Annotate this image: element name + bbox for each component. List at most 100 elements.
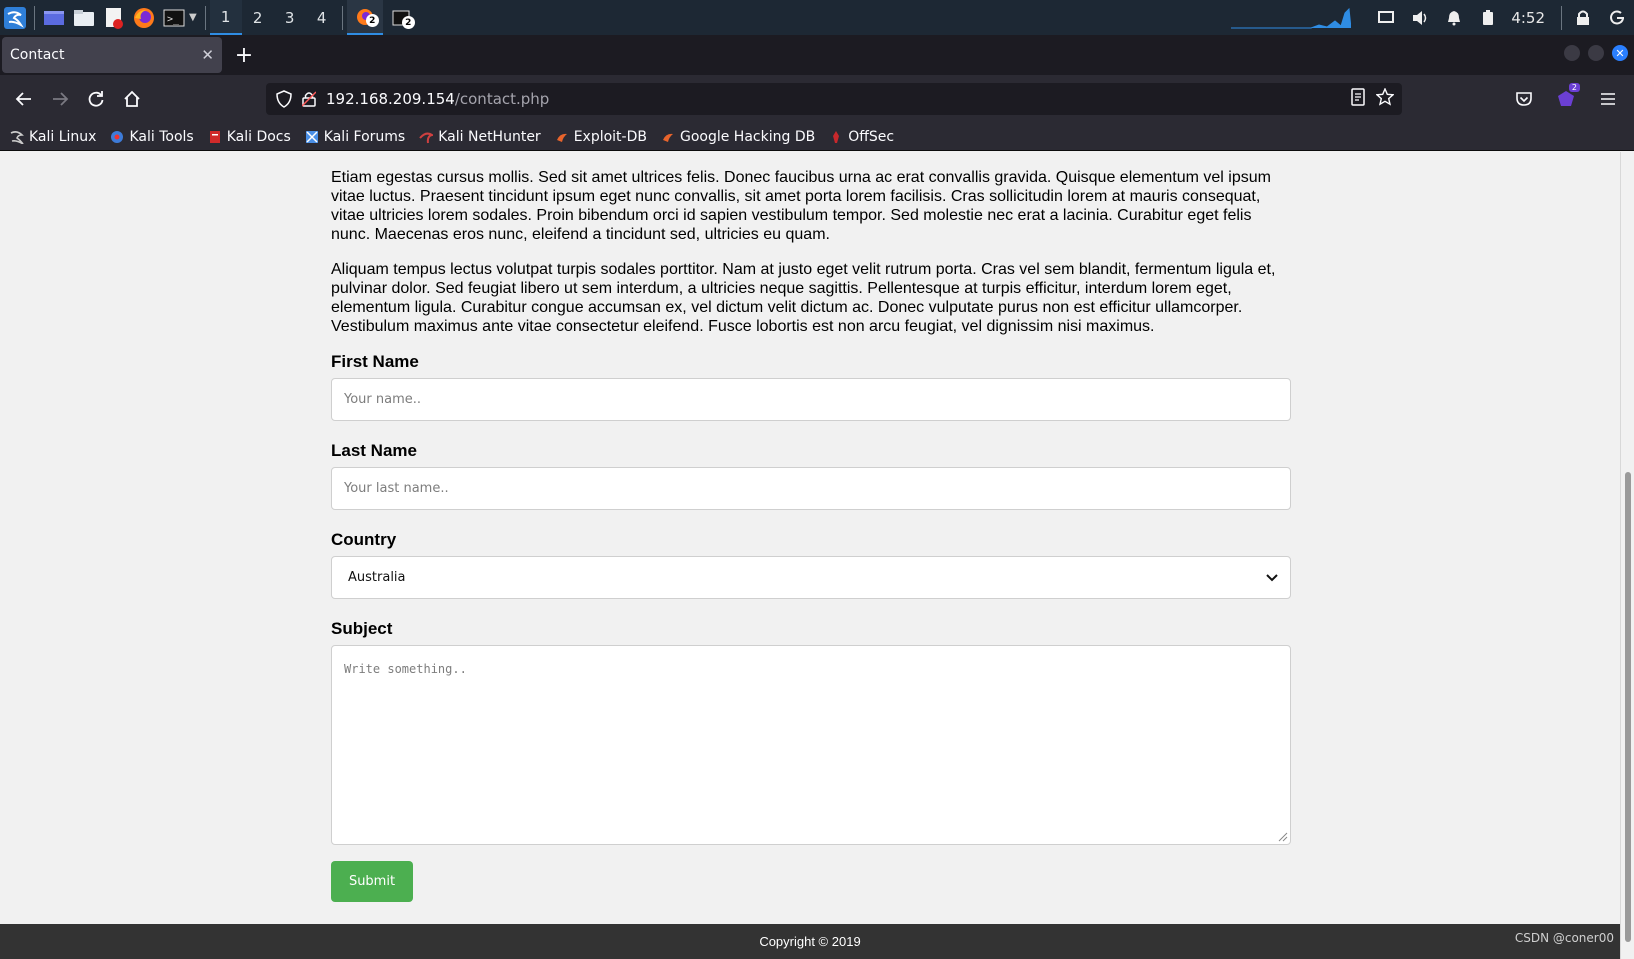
bookmark-label: Google Hacking DB — [679, 128, 816, 145]
panel-separator — [341, 5, 343, 30]
first-name-label: First Name — [331, 352, 419, 371]
shield-icon[interactable] — [276, 90, 292, 108]
kali-forums-icon — [305, 130, 319, 144]
bookmark-label: Kali NetHunter — [438, 128, 541, 145]
workspace-1[interactable]: 1 — [209, 0, 242, 35]
terminal-icon[interactable]: >_ — [159, 0, 189, 35]
page-viewport: Etiam egestas cursus mollis. Sed sit ame… — [0, 152, 1620, 959]
bookmark-offsec[interactable]: OffSec — [829, 129, 894, 145]
bookmarks-toolbar: Kali Linux Kali Tools Kali Docs Kali For… — [0, 123, 1634, 151]
first-name-input[interactable]: Your name.. — [331, 378, 1291, 421]
panel-separator — [1561, 5, 1562, 30]
svg-text:>_: >_ — [167, 14, 180, 25]
new-tab-button[interactable]: + — [226, 37, 262, 73]
taskbar-terminal-group[interactable]: 2 — [383, 0, 419, 35]
bookmark-kali-docs[interactable]: Kali Docs — [208, 129, 291, 145]
tab-title: Contact — [10, 47, 65, 63]
maximize-button[interactable] — [1588, 45, 1604, 61]
clock[interactable]: 4:52 — [1505, 9, 1557, 27]
bookmark-label: Kali Docs — [226, 128, 291, 145]
bookmark-google-hacking-db[interactable]: Google Hacking DB — [661, 129, 815, 145]
page-footer: Copyright © 2019 — [0, 924, 1620, 959]
app-menu-button[interactable] — [1590, 81, 1626, 117]
chevron-down-icon[interactable]: ▼ — [189, 12, 197, 23]
workspace-4[interactable]: 4 — [306, 0, 338, 35]
show-desktop-icon[interactable] — [39, 0, 69, 35]
bookmark-exploit-db[interactable]: Exploit-DB — [555, 129, 647, 145]
kali-tools-icon — [110, 130, 124, 144]
system-tray: 4:52 — [1231, 0, 1634, 35]
panel-separator — [34, 5, 35, 30]
bookmark-star-icon[interactable] — [1376, 88, 1394, 106]
exploit-db-icon — [555, 130, 569, 144]
pocket-button[interactable] — [1506, 81, 1542, 117]
country-label: Country — [331, 530, 397, 549]
watermark: CSDN @coner00 — [1514, 931, 1614, 945]
reader-view-icon[interactable] — [1350, 88, 1366, 106]
close-tab-icon[interactable]: ✕ — [201, 46, 214, 64]
forward-button[interactable] — [42, 81, 78, 117]
home-icon — [124, 90, 140, 107]
text-editor-icon[interactable] — [99, 0, 129, 35]
chevron-down-icon — [1266, 573, 1278, 581]
file-manager-icon[interactable] — [69, 0, 99, 35]
country-select[interactable]: Australia — [331, 556, 1291, 599]
url-host: 192.168.209.154 — [326, 90, 455, 108]
pocket-icon — [1516, 92, 1532, 106]
panel-separator — [204, 5, 206, 30]
volume-icon[interactable] — [1403, 0, 1437, 35]
kali-menu-icon[interactable] — [0, 0, 30, 35]
bookmark-kali-forums[interactable]: Kali Forums — [305, 129, 405, 145]
battery-icon[interactable] — [1471, 0, 1505, 35]
reload-icon — [88, 91, 104, 107]
home-button[interactable] — [114, 81, 150, 117]
display-icon[interactable] — [1369, 0, 1403, 35]
tab-contact[interactable]: Contact ✕ — [2, 37, 222, 73]
window-controls: ✕ — [1564, 45, 1628, 61]
hamburger-menu-icon — [1601, 93, 1615, 105]
bookmark-label: Kali Tools — [129, 128, 194, 145]
firefox-icon[interactable] — [129, 0, 159, 35]
submit-button[interactable]: Submit — [331, 861, 413, 902]
tab-strip: Contact ✕ + ✕ — [0, 35, 1634, 75]
toolbar-right: 2 — [1506, 81, 1626, 117]
window-count-badge: 2 — [365, 14, 379, 27]
notification-bell-icon[interactable] — [1437, 0, 1471, 35]
url-path: /contact.php — [454, 90, 550, 108]
copyright-text: Copyright © 2019 — [759, 934, 861, 949]
bookmark-kali-linux[interactable]: Kali Linux — [10, 129, 96, 145]
workspace-3[interactable]: 3 — [274, 0, 306, 35]
close-window-button[interactable]: ✕ — [1612, 45, 1628, 61]
contact-form: First Name Your name.. Last Name Your la… — [331, 352, 1293, 902]
logout-icon[interactable] — [1600, 0, 1634, 35]
offsec-icon — [829, 130, 843, 144]
top-panel: >_ ▼ 1 2 3 4 2 2 4:52 — [0, 0, 1634, 35]
last-name-label: Last Name — [331, 441, 417, 460]
extension-button[interactable]: 2 — [1548, 81, 1584, 117]
country-selected-value: Australia — [348, 570, 406, 585]
arrow-right-icon — [53, 92, 69, 106]
bookmark-label: Kali Forums — [323, 128, 406, 145]
extension-badge: 2 — [1568, 83, 1580, 92]
taskbar-firefox-group[interactable]: 2 — [346, 0, 383, 35]
resize-handle-icon[interactable] — [1278, 832, 1288, 842]
kali-docs-icon — [208, 130, 222, 144]
bookmark-kali-tools[interactable]: Kali Tools — [110, 128, 194, 145]
address-bar[interactable]: 192.168.209.154/contact.php — [266, 83, 1402, 115]
subject-label: Subject — [331, 619, 393, 638]
reload-button[interactable] — [78, 81, 114, 117]
bookmark-label: Kali Linux — [29, 128, 97, 145]
intro-paragraph-2: Aliquam tempus lectus volutpat turpis so… — [331, 261, 1276, 335]
lock-warning-icon[interactable] — [302, 91, 316, 107]
minimize-button[interactable] — [1564, 45, 1580, 61]
extension-icon — [1558, 91, 1574, 106]
last-name-input[interactable]: Your last name.. — [331, 467, 1291, 510]
bookmark-kali-nethunter[interactable]: Kali NetHunter — [419, 128, 541, 145]
subject-textarea[interactable]: Write something.. — [331, 645, 1291, 845]
scrollbar-thumb[interactable] — [1625, 472, 1631, 942]
lock-screen-icon[interactable] — [1566, 0, 1600, 35]
back-button[interactable] — [6, 81, 42, 117]
navigation-toolbar: 192.168.209.154/contact.php 2 — [0, 75, 1634, 123]
intro-paragraph-1: Etiam egestas cursus mollis. Sed sit ame… — [331, 169, 1271, 243]
workspace-2[interactable]: 2 — [242, 0, 274, 35]
